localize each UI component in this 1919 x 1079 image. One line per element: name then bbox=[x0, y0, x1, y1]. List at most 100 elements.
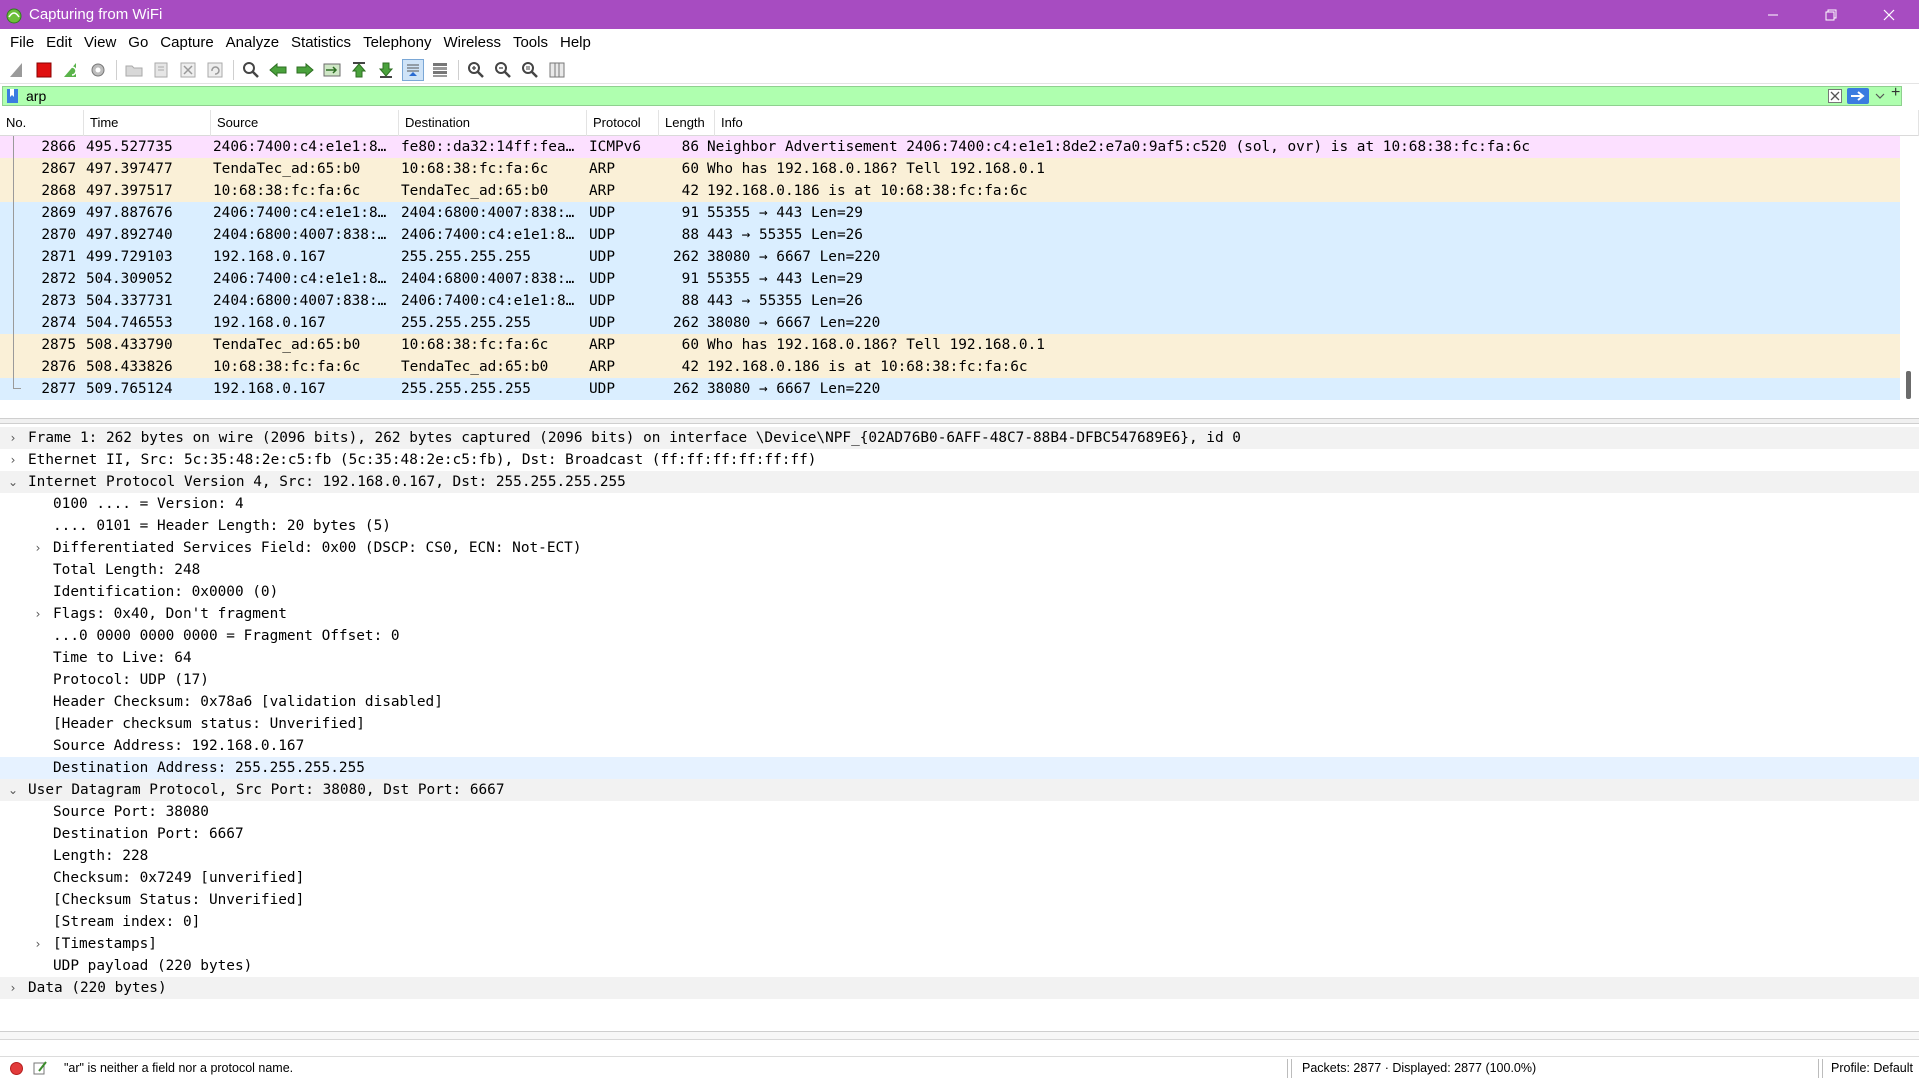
detail-tree-field-row[interactable]: .... 0101 = Header Length: 20 bytes (5) bbox=[0, 515, 1919, 537]
detail-tree-field-row[interactable]: ...0 0000 0000 0000 = Fragment Offset: 0 bbox=[0, 625, 1919, 647]
restart-capture-button[interactable] bbox=[60, 59, 82, 81]
autoscroll-button[interactable] bbox=[402, 58, 424, 81]
column-header-time[interactable]: Time bbox=[84, 110, 211, 136]
packet-row[interactable]: 2873 504.337731 2404:6800:4007:838:… 2406:7… bbox=[0, 290, 1900, 312]
detail-tree-field-row[interactable]: Source Address: 192.168.0.167 bbox=[0, 735, 1919, 757]
detail-tree-field-row[interactable]: Destination Port: 6667 bbox=[0, 823, 1919, 845]
detail-tree-field-row[interactable]: › Flags: 0x40, Don't fragment bbox=[0, 603, 1919, 625]
bookmark-icon[interactable] bbox=[6, 88, 20, 104]
zoom-in-button[interactable] bbox=[465, 59, 487, 81]
menu-edit[interactable]: Edit bbox=[40, 29, 78, 56]
detail-tree-field-row[interactable]: Destination Address: 255.255.255.255 bbox=[0, 757, 1919, 779]
collapse-arrow-icon[interactable]: › bbox=[31, 603, 45, 625]
detail-tree-protocol-row[interactable]: › Frame 1: 262 bytes on wire (2096 bits),… bbox=[0, 427, 1919, 449]
collapse-arrow-icon[interactable]: › bbox=[31, 933, 45, 955]
detail-tree-field-row[interactable]: Identification: 0x0000 (0) bbox=[0, 581, 1919, 603]
column-header-length[interactable]: Length bbox=[659, 110, 715, 136]
packet-row[interactable]: 2876 508.433826 10:68:38:fc:fa:6c TendaTec_… bbox=[0, 356, 1900, 378]
packet-row[interactable]: 2866 495.527735 2406:7400:c4:e1e1:8… fe80::… bbox=[0, 136, 1900, 158]
column-header-destination[interactable]: Destination bbox=[399, 110, 587, 136]
go-first-packet-button[interactable] bbox=[348, 59, 370, 81]
collapse-arrow-icon[interactable]: › bbox=[6, 977, 20, 999]
detail-tree-field-row[interactable]: › [Timestamps] bbox=[0, 933, 1919, 955]
clear-filter-icon[interactable] bbox=[1828, 89, 1842, 103]
find-packet-button[interactable] bbox=[240, 59, 262, 81]
packet-row[interactable]: 2872 504.309052 2406:7400:c4:e1e1:8… 2404:6… bbox=[0, 268, 1900, 290]
apply-filter-button[interactable] bbox=[1847, 88, 1869, 104]
detail-tree-field-row[interactable]: Length: 228 bbox=[0, 845, 1919, 867]
minimize-button[interactable] bbox=[1744, 0, 1802, 29]
expert-info-error-icon[interactable] bbox=[10, 1062, 23, 1075]
packet-row[interactable]: 2871 499.729103 192.168.0.167 255.255.255.2… bbox=[0, 246, 1900, 268]
menu-file[interactable]: File bbox=[4, 29, 40, 56]
capture-options-button[interactable] bbox=[87, 59, 109, 81]
menu-capture[interactable]: Capture bbox=[154, 29, 219, 56]
open-file-button[interactable] bbox=[123, 59, 145, 81]
collapse-arrow-icon[interactable]: › bbox=[6, 449, 20, 471]
normal-size-button[interactable] bbox=[519, 59, 541, 81]
packet-row[interactable]: 2870 497.892740 2404:6800:4007:838:… 2406:7… bbox=[0, 224, 1900, 246]
detail-tree-field-row[interactable]: Protocol: UDP (17) bbox=[0, 669, 1919, 691]
detail-tree-field-row[interactable]: [Checksum Status: Unverified] bbox=[0, 889, 1919, 911]
menu-telephony[interactable]: Telephony bbox=[357, 29, 437, 56]
detail-tree-protocol-row[interactable]: › Ethernet II, Src: 5c:35:48:2e:c5:fb (5c… bbox=[0, 449, 1919, 471]
stop-capture-button[interactable] bbox=[33, 59, 55, 81]
pane-splitter[interactable] bbox=[0, 418, 1919, 424]
go-to-packet-button[interactable] bbox=[321, 59, 343, 81]
capture-comment-icon[interactable] bbox=[32, 1060, 48, 1076]
zoom-out-button[interactable] bbox=[492, 59, 514, 81]
detail-tree-field-row[interactable]: Total Length: 248 bbox=[0, 559, 1919, 581]
column-header-no[interactable]: No. bbox=[0, 110, 84, 136]
packet-row[interactable]: 2875 508.433790 TendaTec_ad:65:b0 10:68:38:… bbox=[0, 334, 1900, 356]
menu-wireless[interactable]: Wireless bbox=[437, 29, 507, 56]
detail-tree-protocol-row[interactable]: ⌄ Internet Protocol Version 4, Src: 192.1… bbox=[0, 471, 1919, 493]
menu-view[interactable]: View bbox=[78, 29, 122, 56]
resize-columns-button[interactable] bbox=[546, 59, 568, 81]
detail-tree-field-row[interactable]: › Differentiated Services Field: 0x00 (DS… bbox=[0, 537, 1919, 559]
packet-list-scrollbar[interactable] bbox=[1906, 371, 1911, 399]
chevron-down-icon[interactable] bbox=[1875, 91, 1885, 101]
menu-analyze[interactable]: Analyze bbox=[220, 29, 285, 56]
packet-row[interactable]: 2869 497.887676 2406:7400:c4:e1e1:8… 2404:6… bbox=[0, 202, 1900, 224]
detail-tree-field-row[interactable]: Header Checksum: 0x78a6 [validation disa… bbox=[0, 691, 1919, 713]
packet-source-cell: 192.168.0.167 bbox=[213, 249, 326, 265]
go-last-packet-button[interactable] bbox=[375, 59, 397, 81]
menu-tools[interactable]: Tools bbox=[507, 29, 554, 56]
collapse-arrow-icon[interactable]: › bbox=[31, 537, 45, 559]
close-window-button[interactable] bbox=[1860, 0, 1918, 29]
colorize-button[interactable] bbox=[429, 59, 451, 81]
packet-row[interactable]: 2874 504.746553 192.168.0.167 255.255.255.2… bbox=[0, 312, 1900, 334]
profile-status[interactable]: Profile: Default bbox=[1831, 1061, 1913, 1075]
expand-arrow-icon[interactable]: ⌄ bbox=[6, 779, 20, 801]
go-back-button[interactable] bbox=[267, 59, 289, 81]
reload-file-button[interactable] bbox=[204, 59, 226, 81]
packet-row[interactable]: 2877 509.765124 192.168.0.167 255.255.255.2… bbox=[0, 378, 1900, 400]
detail-tree-field-row[interactable]: Source Port: 38080 bbox=[0, 801, 1919, 823]
detail-tree-field-row[interactable]: [Stream index: 0] bbox=[0, 911, 1919, 933]
column-header-info[interactable]: Info bbox=[715, 110, 1919, 136]
column-header-source[interactable]: Source bbox=[211, 110, 399, 136]
menu-help[interactable]: Help bbox=[554, 29, 597, 56]
detail-tree-field-row[interactable]: 0100 .... = Version: 4 bbox=[0, 493, 1919, 515]
restore-button[interactable] bbox=[1802, 0, 1860, 29]
detail-tree-field-row[interactable]: Checksum: 0x7249 [unverified] bbox=[0, 867, 1919, 889]
packet-row[interactable]: 2868 497.397517 10:68:38:fc:fa:6c TendaTec_… bbox=[0, 180, 1900, 202]
detail-tree-field-row[interactable]: Time to Live: 64 bbox=[0, 647, 1919, 669]
display-filter-input[interactable] bbox=[20, 87, 1820, 105]
detail-tree-protocol-row[interactable]: ⌄ User Datagram Protocol, Src Port: 38080… bbox=[0, 779, 1919, 801]
collapse-arrow-icon[interactable]: › bbox=[6, 427, 20, 449]
save-file-button[interactable] bbox=[150, 59, 172, 81]
menu-statistics[interactable]: Statistics bbox=[285, 29, 357, 56]
go-forward-button[interactable] bbox=[294, 59, 316, 81]
detail-tree-field-row[interactable]: [Header checksum status: Unverified] bbox=[0, 713, 1919, 735]
packet-row[interactable]: 2867 497.397477 TendaTec_ad:65:b0 10:68:38:… bbox=[0, 158, 1900, 180]
detail-tree-protocol-row[interactable]: › Data (220 bytes) bbox=[0, 977, 1919, 999]
detail-tree-field-row[interactable]: UDP payload (220 bytes) bbox=[0, 955, 1919, 977]
menu-go[interactable]: Go bbox=[122, 29, 154, 56]
start-capture-button[interactable] bbox=[6, 59, 28, 81]
column-header-protocol[interactable]: Protocol bbox=[587, 110, 659, 136]
add-filter-button[interactable]: + bbox=[1891, 84, 1900, 102]
close-file-button[interactable] bbox=[177, 59, 199, 81]
expand-arrow-icon[interactable]: ⌄ bbox=[6, 471, 20, 493]
pane-splitter[interactable] bbox=[0, 1031, 1919, 1039]
